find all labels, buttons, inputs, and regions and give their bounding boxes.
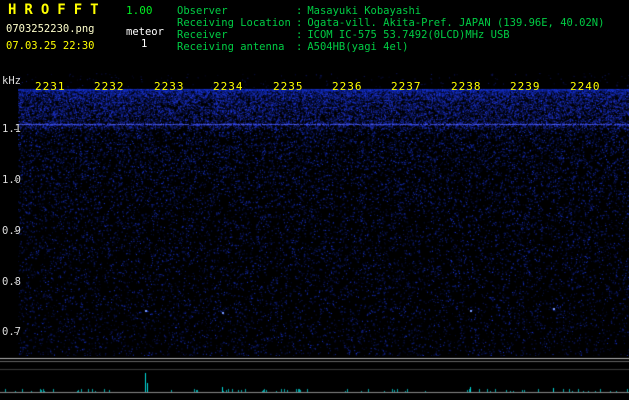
info-label: Receiving antenna	[177, 41, 285, 53]
freq-label-1-0: 1.0	[2, 174, 21, 186]
freq-tick	[14, 282, 18, 283]
app-title: HROFFT	[8, 2, 107, 18]
freq-tick	[14, 332, 18, 333]
info-row-antenna: Receiving antenna: A504HB(yagi 4el)	[177, 41, 604, 53]
info-row-observer: Observer: Masayuki Kobayashi	[177, 5, 604, 17]
info-value: A504HB(yagi 4el)	[307, 41, 409, 53]
meteor-count: 1	[141, 38, 148, 50]
info-label: Observer	[177, 5, 228, 17]
datetime-label: 07.03.25 22:30	[6, 40, 95, 52]
spectrogram-panel: kHz 1.1 1.0 0.9 0.8 0.7 2231 2232 2233 2…	[0, 73, 629, 356]
time-label-2234: 2234	[213, 80, 244, 93]
freq-tick	[14, 129, 18, 130]
freq-label-0-9: 0.9	[2, 225, 21, 237]
info-row-receiver: Receiver: ICOM IC-575 53.7492(0LCD)MHz US…	[177, 29, 604, 41]
time-label-2233: 2233	[154, 80, 185, 93]
time-label-2231: 2231	[35, 80, 66, 93]
info-separator: :	[296, 5, 303, 17]
info-separator: :	[296, 41, 303, 53]
info-row-location: Receiving Location: Ogata-vill. Akita-Pre…	[177, 17, 604, 29]
station-info-panel: Observer: Masayuki Kobayashi Receiving Lo…	[177, 5, 604, 53]
freq-label-0-7: 0.7	[2, 326, 21, 338]
signal-level-panel	[0, 356, 629, 400]
output-filename: 0703252230.png	[6, 23, 95, 35]
freq-label-1-1: 1.1	[2, 123, 21, 135]
time-label-2237: 2237	[391, 80, 422, 93]
mode-label: meteor	[126, 26, 164, 38]
freq-tick	[14, 180, 18, 181]
hrofft-screen: HROFFT 1.00 0703252230.png meteor 1 07.0…	[0, 0, 629, 400]
time-label-2240: 2240	[570, 80, 601, 93]
time-label-2238: 2238	[451, 80, 482, 93]
info-separator: :	[296, 17, 303, 29]
info-value: ICOM IC-575 53.7492(0LCD)MHz USB	[307, 29, 510, 41]
freq-label-0-8: 0.8	[2, 276, 21, 288]
time-label-2235: 2235	[273, 80, 304, 93]
signal-level-canvas	[0, 356, 629, 400]
time-label-2232: 2232	[94, 80, 125, 93]
spectrogram-canvas	[18, 73, 629, 356]
info-label: Receiving Location	[177, 17, 291, 29]
freq-unit-label: kHz	[2, 75, 21, 87]
info-separator: :	[296, 29, 303, 41]
app-version: 1.00	[126, 4, 153, 17]
time-label-2236: 2236	[332, 80, 363, 93]
freq-tick	[14, 231, 18, 232]
info-value: Masayuki Kobayashi	[307, 5, 422, 17]
time-label-2239: 2239	[510, 80, 541, 93]
info-label: Receiver	[177, 29, 228, 41]
info-value: Ogata-vill. Akita-Pref. JAPAN (139.96E, …	[307, 17, 605, 29]
